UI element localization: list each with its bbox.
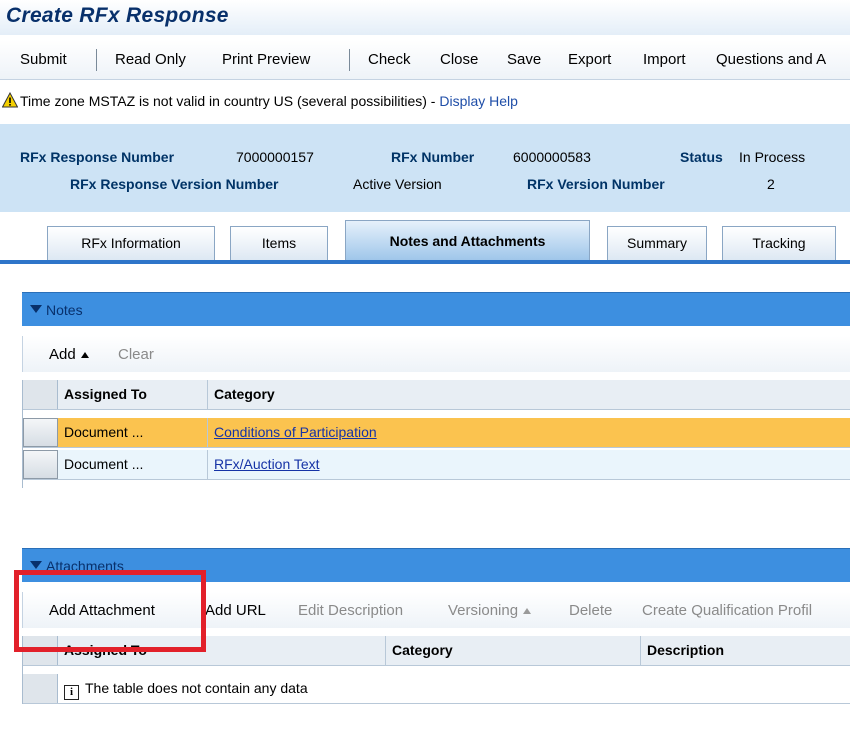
response-number-label: RFx Response Number xyxy=(20,149,175,165)
rfx-number-label: RFx Number xyxy=(391,149,475,165)
versioning-button: Versioning xyxy=(448,602,532,619)
display-help-link[interactable]: Display Help xyxy=(439,93,518,109)
column-header-description[interactable]: Description xyxy=(641,636,850,665)
warning-icon xyxy=(2,92,18,108)
tab-label: Tracking xyxy=(752,235,806,251)
main-toolbar: Submit Read Only Print Preview Check Clo… xyxy=(0,40,850,80)
response-number-value: 7000000157 xyxy=(236,149,314,165)
rfx-version-value: 2 xyxy=(767,176,775,192)
empty-row: i The table does not contain any data xyxy=(23,674,850,704)
tab-label: Items xyxy=(261,235,297,251)
page-title: Create RFx Response xyxy=(6,4,229,27)
row-selector[interactable] xyxy=(23,450,58,479)
empty-text: The table does not contain any data xyxy=(85,680,308,696)
versioning-label: Versioning xyxy=(448,602,519,619)
highlight-annotation-box xyxy=(14,570,206,652)
add-note-button[interactable]: Add xyxy=(49,346,89,363)
notes-toolbar: Add Clear xyxy=(22,336,850,372)
submit-button[interactable]: Submit xyxy=(20,51,67,68)
cell-category: RFx/Auction Text xyxy=(208,450,850,479)
tab-label: RFx Information xyxy=(81,235,181,251)
info-icon: i xyxy=(64,685,79,700)
status-label: Status xyxy=(680,149,723,165)
read-only-button[interactable]: Read Only xyxy=(115,51,186,68)
response-version-label: RFx Response Version Number xyxy=(70,176,279,192)
column-header-assigned-to[interactable]: Assigned To xyxy=(58,380,208,409)
toolbar-separator xyxy=(96,49,97,71)
edit-description-button: Edit Description xyxy=(298,602,404,619)
collapse-triangle-icon[interactable] xyxy=(30,561,42,569)
message-text: Time zone MSTAZ is not valid in country … xyxy=(20,93,518,109)
print-preview-button[interactable]: Print Preview xyxy=(222,51,310,68)
dropdown-caret-icon xyxy=(523,608,532,615)
tab-notes-and-attachments[interactable]: Notes and Attachments xyxy=(345,220,590,260)
add-label: Add xyxy=(49,346,76,363)
notes-title: Notes xyxy=(46,302,83,318)
row-selector xyxy=(23,674,58,703)
cell-assigned-to: Document ... xyxy=(58,450,208,479)
clear-button: Clear xyxy=(118,346,154,363)
create-qualification-profile-button: Create Qualification Profil xyxy=(642,602,813,619)
save-button[interactable]: Save xyxy=(507,51,541,68)
header-panel: RFx Response Number 7000000157 RFx Numbe… xyxy=(0,124,850,212)
notes-section-header[interactable]: Notes xyxy=(22,292,850,326)
cell-category: Conditions of Participation xyxy=(208,418,850,447)
row-selector[interactable] xyxy=(23,418,58,447)
message-body: Time zone MSTAZ is not valid in country … xyxy=(20,93,440,109)
delete-button: Delete xyxy=(569,602,613,619)
message-bar: Time zone MSTAZ is not valid in country … xyxy=(0,88,850,114)
rfx-number-value: 6000000583 xyxy=(513,149,591,165)
tab-rfx-information[interactable]: RFx Information xyxy=(47,226,215,260)
category-link[interactable]: Conditions of Participation xyxy=(214,424,377,440)
tab-strip: RFx Information Items Notes and Attachme… xyxy=(0,218,850,268)
toolbar-separator xyxy=(349,49,350,71)
tab-summary[interactable]: Summary xyxy=(607,226,707,260)
notes-table: Assigned To Category Document ... Condit… xyxy=(22,380,850,488)
questions-button[interactable]: Questions and A xyxy=(716,51,826,68)
check-button[interactable]: Check xyxy=(368,51,411,68)
dropdown-caret-icon xyxy=(80,352,89,359)
export-button[interactable]: Export xyxy=(568,51,611,68)
response-version-value: Active Version xyxy=(353,176,442,192)
category-link[interactable]: RFx/Auction Text xyxy=(214,456,320,472)
select-all-cell[interactable] xyxy=(23,380,58,409)
tab-label: Summary xyxy=(627,235,687,251)
tab-label: Notes and Attachments xyxy=(389,233,546,249)
cell-assigned-to: Document ... xyxy=(58,418,208,447)
status-value: In Process xyxy=(739,149,806,165)
add-url-button[interactable]: Add URL xyxy=(205,602,266,619)
column-header-category[interactable]: Category xyxy=(208,380,850,409)
table-row[interactable]: Document ... RFx/Auction Text xyxy=(23,450,850,480)
column-header-category[interactable]: Category xyxy=(386,636,641,665)
empty-message: i The table does not contain any data xyxy=(58,674,850,703)
tab-tracking[interactable]: Tracking xyxy=(722,226,836,260)
tab-underline xyxy=(0,260,850,264)
tab-items[interactable]: Items xyxy=(230,226,328,260)
title-bar: Create RFx Response xyxy=(0,0,850,35)
rfx-version-label: RFx Version Number xyxy=(527,176,665,192)
table-header-row: Assigned To Category xyxy=(23,380,850,410)
table-row[interactable]: Document ... Conditions of Participation xyxy=(23,418,850,448)
import-button[interactable]: Import xyxy=(643,51,686,68)
collapse-triangle-icon[interactable] xyxy=(30,305,42,313)
close-button[interactable]: Close xyxy=(440,51,478,68)
